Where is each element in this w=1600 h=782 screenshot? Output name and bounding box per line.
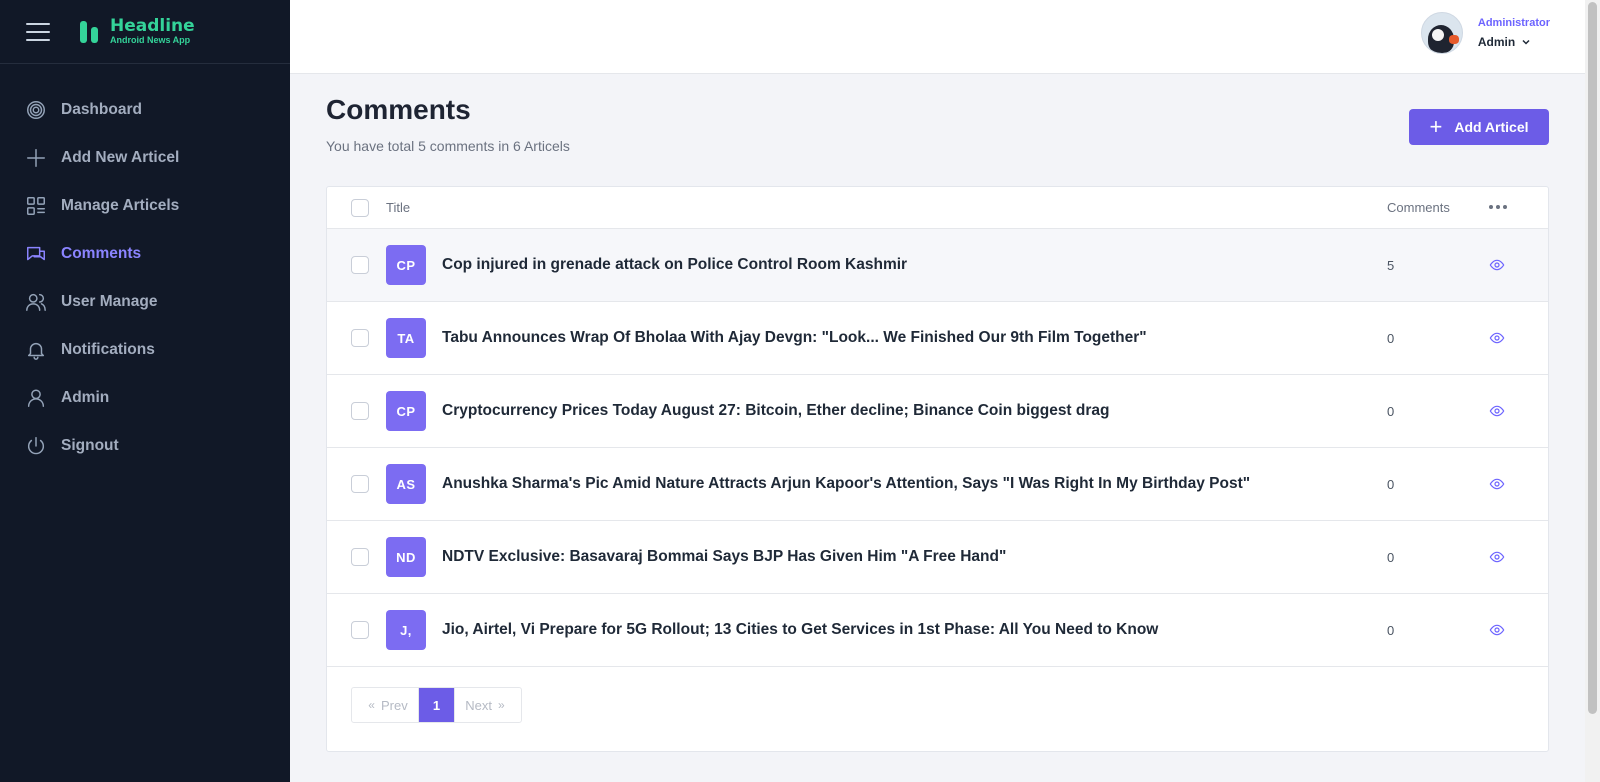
article-initials-badge: CP bbox=[386, 245, 426, 285]
grid-icon bbox=[27, 197, 45, 215]
prev-label: Prev bbox=[380, 697, 408, 713]
sidebar-item-label: Manage Articels bbox=[61, 197, 180, 214]
page-number-button[interactable]: 1 bbox=[419, 688, 454, 722]
row-checkbox[interactable] bbox=[351, 402, 369, 420]
table-row[interactable]: CP Cryptocurrency Prices Today August 27:… bbox=[327, 375, 1548, 448]
eye-icon[interactable] bbox=[1489, 549, 1505, 565]
select-all-checkbox[interactable] bbox=[351, 199, 369, 217]
page-subtitle: You have total 5 comments in 6 Articels bbox=[326, 138, 570, 154]
sidebar-item-admin[interactable]: Admin bbox=[0, 374, 290, 422]
power-icon bbox=[27, 437, 45, 455]
article-initials-badge: AS bbox=[386, 464, 426, 504]
menu-toggle-icon[interactable] bbox=[26, 22, 50, 41]
comment-count: 0 bbox=[1387, 549, 1395, 565]
chevron-down-icon bbox=[1522, 39, 1530, 45]
comment-count: 0 bbox=[1387, 403, 1395, 419]
sidebar-item-label: Signout bbox=[61, 437, 119, 454]
table-row[interactable]: CP Cop injured in grenade attack on Polic… bbox=[327, 229, 1548, 302]
row-checkbox[interactable] bbox=[351, 621, 369, 639]
app-logo[interactable]: Headline Android News App bbox=[80, 17, 195, 46]
prev-page-button[interactable]: « Prev bbox=[352, 688, 419, 722]
eye-icon[interactable] bbox=[1489, 257, 1505, 273]
sidebar-item-label: Notifications bbox=[61, 341, 155, 358]
user-icon bbox=[27, 389, 45, 407]
double-chevron-left-icon: « bbox=[368, 698, 375, 712]
user-name: Admin bbox=[1477, 35, 1516, 49]
app-title: Headline bbox=[110, 16, 195, 36]
table-row[interactable]: J, Jio, Airtel, Vi Prepare for 5G Rollout… bbox=[327, 594, 1548, 667]
article-initials-badge: TA bbox=[386, 318, 426, 358]
plus-icon bbox=[27, 149, 45, 167]
article-initials-badge: J, bbox=[386, 610, 426, 650]
scrollbar-thumb[interactable] bbox=[1588, 2, 1597, 714]
user-menu[interactable]: Administrator Admin bbox=[1420, 12, 1550, 54]
article-initials-badge: CP bbox=[386, 391, 426, 431]
table-row[interactable]: ND NDTV Exclusive: Basavaraj Bommai Says … bbox=[327, 521, 1548, 594]
eye-icon[interactable] bbox=[1489, 330, 1505, 346]
scrollbar[interactable] bbox=[1585, 0, 1600, 782]
sidebar-item-label: Dashboard bbox=[61, 101, 142, 118]
comments-icon bbox=[27, 246, 45, 261]
avatar[interactable] bbox=[1420, 12, 1463, 54]
pagination: « Prev 1 Next » bbox=[351, 687, 522, 723]
sidebar-item-user-manage[interactable]: User Manage bbox=[0, 278, 290, 326]
column-header-title: Title bbox=[386, 200, 411, 215]
logo-icon bbox=[80, 19, 100, 45]
topbar: Administrator Admin bbox=[290, 0, 1585, 74]
sidebar-item-label: Comments bbox=[61, 245, 142, 262]
table-row[interactable]: AS Anushka Sharma's Pic Amid Nature Attra… bbox=[327, 448, 1548, 521]
comment-count: 0 bbox=[1387, 476, 1395, 492]
page-title: Comments bbox=[326, 94, 471, 125]
article-title[interactable]: Tabu Announces Wrap Of Bholaa With Ajay … bbox=[442, 329, 1147, 347]
user-name-dropdown[interactable]: Admin bbox=[1478, 35, 1550, 49]
app-subtitle: Android News App bbox=[110, 35, 191, 45]
row-checkbox[interactable] bbox=[351, 475, 369, 493]
article-title[interactable]: Cryptocurrency Prices Today August 27: B… bbox=[442, 402, 1110, 420]
row-checkbox[interactable] bbox=[351, 329, 369, 347]
eye-icon[interactable] bbox=[1489, 403, 1505, 419]
double-chevron-right-icon: » bbox=[498, 698, 505, 712]
main-content: Comments You have total 5 comments in 6 … bbox=[290, 74, 1585, 782]
eye-icon[interactable] bbox=[1489, 622, 1505, 638]
sidebar-item-signout[interactable]: Signout bbox=[0, 422, 290, 470]
bell-icon bbox=[27, 342, 45, 360]
next-page-button[interactable]: Next » bbox=[454, 688, 521, 722]
comment-count: 0 bbox=[1387, 622, 1395, 638]
plus-icon: + bbox=[1429, 114, 1443, 139]
add-articel-label: Add Articel bbox=[1454, 119, 1529, 135]
add-articel-button[interactable]: + Add Articel bbox=[1409, 109, 1549, 145]
dashboard-icon bbox=[27, 101, 45, 119]
sidebar-item-label: Admin bbox=[61, 389, 110, 406]
column-header-comments: Comments bbox=[1387, 200, 1450, 215]
sidebar-item-label: User Manage bbox=[61, 293, 158, 310]
comments-table: Title Comments CP Cop injured in grenade … bbox=[326, 186, 1549, 752]
row-checkbox[interactable] bbox=[351, 256, 369, 274]
user-role: Administrator bbox=[1477, 17, 1550, 29]
sidebar-item-manage-articels[interactable]: Manage Articels bbox=[0, 182, 290, 230]
table-header: Title Comments bbox=[327, 187, 1548, 229]
article-initials-badge: ND bbox=[386, 537, 426, 577]
comment-count: 5 bbox=[1387, 257, 1395, 273]
article-title[interactable]: NDTV Exclusive: Basavaraj Bommai Says BJ… bbox=[442, 548, 1006, 566]
users-icon bbox=[26, 293, 46, 311]
sidebar-item-label: Add New Articel bbox=[61, 149, 180, 166]
sidebar-header: Headline Android News App bbox=[0, 0, 290, 64]
article-title[interactable]: Cop injured in grenade attack on Police … bbox=[442, 256, 907, 274]
next-label: Next bbox=[465, 697, 493, 713]
sidebar-item-add-new-articel[interactable]: Add New Articel bbox=[0, 134, 290, 182]
article-title[interactable]: Anushka Sharma's Pic Amid Nature Attract… bbox=[442, 475, 1250, 493]
sidebar-nav: Dashboard Add New Articel Manage Articel… bbox=[0, 86, 290, 470]
sidebar-item-dashboard[interactable]: Dashboard bbox=[0, 86, 290, 134]
more-options-icon[interactable] bbox=[1489, 204, 1507, 211]
article-title[interactable]: Jio, Airtel, Vi Prepare for 5G Rollout; … bbox=[442, 621, 1158, 639]
eye-icon[interactable] bbox=[1489, 476, 1505, 492]
table-row[interactable]: TA Tabu Announces Wrap Of Bholaa With Aja… bbox=[327, 302, 1548, 375]
row-checkbox[interactable] bbox=[351, 548, 369, 566]
sidebar: Headline Android News App Dashboard Add … bbox=[0, 0, 290, 782]
sidebar-item-notifications[interactable]: Notifications bbox=[0, 326, 290, 374]
comment-count: 0 bbox=[1387, 330, 1395, 346]
sidebar-item-comments[interactable]: Comments bbox=[0, 230, 290, 278]
